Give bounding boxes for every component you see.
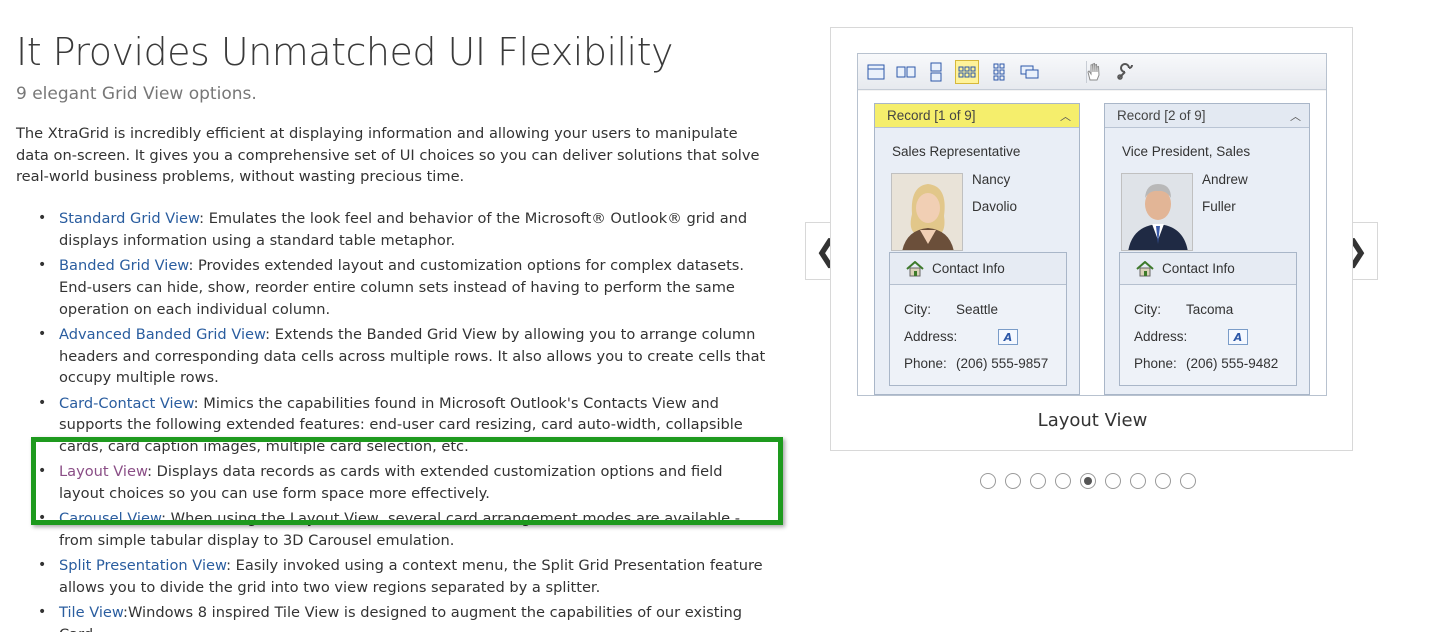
carousel-dot-8[interactable] (1155, 473, 1171, 489)
last-name: Fuller (1202, 199, 1236, 214)
contact-info-label: Contact Info (1162, 261, 1235, 276)
card-caption: Record [2 of 9] (1117, 108, 1206, 123)
phone-label: Phone: (1134, 356, 1177, 371)
card-caption: Record [1 of 9] (887, 108, 976, 123)
multi-column-layout-icon (987, 60, 1011, 84)
carousel-dot-1[interactable] (980, 473, 996, 489)
banded-grid-view-link[interactable]: Banded Grid View (59, 257, 188, 274)
address-editor-icon[interactable]: A (1228, 329, 1248, 345)
list-item: • Tile View:Windows 8 inspired Tile View … (16, 602, 768, 632)
record-card[interactable]: Record [1 of 9] ︿ Sales Representative N… (874, 103, 1080, 395)
carousel-icon (1018, 60, 1042, 84)
phone-value: (206) 555-9482 (1186, 356, 1279, 371)
list-item: • Standard Grid View: Emulates the look f… (16, 208, 768, 251)
layout-view-window: Record [1 of 9] ︿ Sales Representative N… (857, 53, 1327, 396)
contact-info-group: Contact Info City: Tacoma Address: A Pho… (1119, 252, 1297, 386)
bullet: • (38, 557, 47, 574)
house-icon (906, 261, 924, 277)
chevron-up-icon[interactable]: ︿ (1290, 108, 1301, 124)
cards-area: Record [1 of 9] ︿ Sales Representative N… (858, 91, 1326, 395)
carousel-dot-6[interactable] (1105, 473, 1121, 489)
carousel-dot-7[interactable] (1130, 473, 1146, 489)
phone-value: (206) 555-9857 (956, 356, 1049, 371)
contact-info-header: Contact Info (890, 253, 1066, 285)
card-header: Record [2 of 9] ︿ (1105, 104, 1309, 128)
address-editor-icon[interactable]: A (998, 329, 1018, 345)
address-label: Address: (1134, 329, 1188, 344)
job-title: Vice President, Sales (1122, 144, 1251, 159)
bullet: • (38, 394, 47, 411)
card-contact-view-link[interactable]: Card-Contact View (59, 395, 194, 412)
carousel-dot-9[interactable] (1180, 473, 1196, 489)
contact-info-header: Contact Info (1120, 253, 1296, 285)
slide-image: Record [1 of 9] ︿ Sales Representative N… (857, 53, 1327, 396)
feature-list: • Standard Grid View: Emulates the look f… (16, 208, 768, 632)
carousel-dot-4[interactable] (1055, 473, 1071, 489)
contact-info-label: Contact Info (932, 261, 1005, 276)
carousel-pagination (980, 473, 1196, 489)
last-name: Davolio (972, 199, 1018, 214)
standard-grid-view-link[interactable]: Standard Grid View (59, 210, 199, 227)
record-card[interactable]: Record [2 of 9] ︿ Vice President, Sales (1104, 103, 1310, 395)
slide-caption: Layout View (1037, 410, 1148, 431)
carousel-dot-3[interactable] (1030, 473, 1046, 489)
highlight-box (31, 437, 783, 525)
employee-photo (1121, 173, 1193, 251)
chevron-up-icon[interactable]: ︿ (1060, 108, 1071, 124)
card-header: Record [1 of 9] ︿ (875, 104, 1079, 128)
single-record-icon (864, 60, 888, 84)
multi-row-layout-icon (955, 60, 979, 84)
bullet: • (38, 604, 47, 621)
customize-icon (1113, 60, 1137, 84)
city-label: City: (1134, 302, 1161, 317)
row-layout-icon (894, 60, 918, 84)
page-title: It Provides Unmatched UI Flexibility (16, 30, 674, 74)
city-label: City: (904, 302, 931, 317)
list-item: • Banded Grid View: Provides extended lay… (16, 255, 768, 320)
carousel-dot-2[interactable] (1005, 473, 1021, 489)
content-column: It Provides Unmatched UI Flexibility 9 e… (16, 26, 776, 632)
first-name: Andrew (1202, 172, 1248, 187)
carousel-slide-frame: Record [1 of 9] ︿ Sales Representative N… (830, 27, 1353, 451)
first-name: Nancy (972, 172, 1011, 187)
list-item: • Split Presentation View: Easily invoked… (16, 555, 768, 598)
carousel-dot-5[interactable] (1080, 473, 1096, 489)
bullet: • (38, 257, 47, 274)
layout-toolbar (858, 54, 1326, 90)
phone-label: Phone: (904, 356, 947, 371)
feature-description: :Windows 8 inspired Tile View is designe… (59, 604, 743, 632)
tile-view-link[interactable]: Tile View (59, 604, 123, 621)
job-title: Sales Representative (892, 144, 1021, 159)
page-subtitle: 9 elegant Grid View options. (16, 84, 257, 104)
split-presentation-view-link[interactable]: Split Presentation View (59, 557, 226, 574)
address-label: Address: (904, 329, 958, 344)
list-item: • Advanced Banded Grid View: Extends the … (16, 324, 768, 389)
employee-photo (891, 173, 963, 251)
bullet: • (38, 210, 47, 227)
column-layout-icon (924, 60, 948, 84)
city-value: Tacoma (1186, 302, 1234, 317)
intro-paragraph: The XtraGrid is incredibly efficient at … (16, 125, 760, 186)
advanced-banded-grid-view-link[interactable]: Advanced Banded Grid View (59, 326, 265, 343)
house-icon (1136, 261, 1154, 277)
pan-hand-icon (1082, 60, 1106, 84)
bullet: • (38, 325, 47, 342)
contact-info-group: Contact Info City: Seattle Address: A Ph… (889, 252, 1067, 386)
city-value: Seattle (956, 302, 999, 317)
